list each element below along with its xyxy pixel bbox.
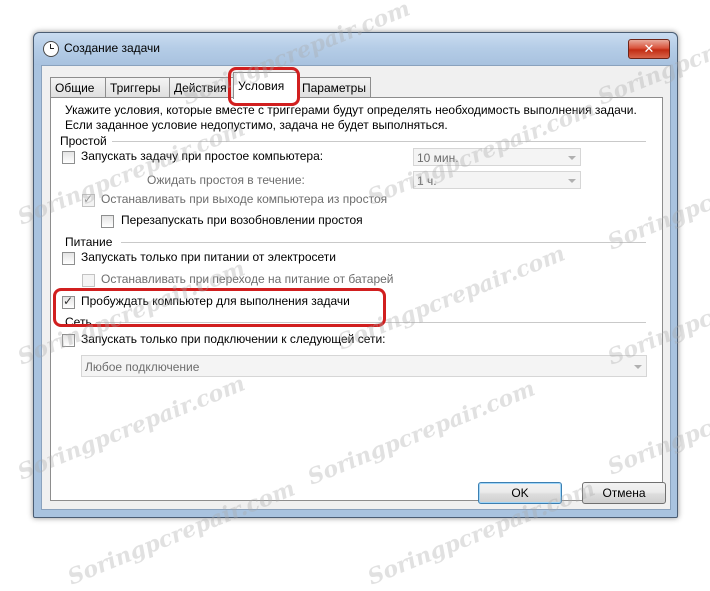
- wait-idle-label: Ожидать простоя в течение:: [147, 173, 305, 187]
- stop-on-battery-checkbox[interactable]: [82, 274, 95, 287]
- tab-general[interactable]: Общие: [50, 77, 106, 98]
- conditions-tab-highlight-frame: [228, 67, 300, 106]
- network-only-label: Запускать только при подключении к следу…: [81, 332, 386, 346]
- stop-on-resume-checkbox[interactable]: [82, 192, 95, 207]
- power-section-label: Питание: [65, 235, 113, 249]
- wait-duration-value: 1 ч.: [417, 174, 437, 188]
- stop-on-battery-label: Останавливать при переходе на питание от…: [101, 272, 394, 286]
- idle-section-divider: [112, 141, 646, 142]
- wait-duration-combo[interactable]: 1 ч.: [413, 171, 581, 189]
- ac-power-only-label: Запускать только при питании от электрос…: [81, 250, 336, 264]
- network-select[interactable]: Любое подключение: [81, 355, 647, 377]
- tab-actions[interactable]: Действия: [169, 77, 235, 98]
- clock-icon: [43, 41, 59, 57]
- tab-triggers[interactable]: Триггеры: [105, 77, 170, 98]
- description-line-2: Если заданное условие недопустимо, задач…: [65, 118, 448, 132]
- restart-on-idle-checkbox[interactable]: [101, 215, 114, 228]
- idle-duration-value: 10 мин.: [417, 151, 459, 165]
- idle-section-label: Простой: [60, 134, 107, 148]
- description-line-1: Укажите условия, которые вместе с тригге…: [65, 103, 637, 117]
- cancel-button[interactable]: Отмена: [582, 482, 666, 504]
- ok-button[interactable]: OK: [478, 482, 562, 504]
- network-select-value: Любое подключение: [85, 360, 200, 374]
- tab-settings[interactable]: Параметры: [297, 77, 371, 98]
- ac-power-only-checkbox[interactable]: [62, 252, 75, 265]
- window-title: Создание задачи: [64, 41, 160, 55]
- network-only-checkbox[interactable]: [62, 334, 75, 347]
- stop-on-resume-label: Останавливать при выходе компьютера из п…: [101, 192, 388, 206]
- chevron-down-icon: [634, 365, 642, 369]
- start-on-idle-label: Запускать задачу при простое компьютера:: [81, 149, 324, 163]
- chevron-down-icon: [568, 179, 576, 183]
- chevron-down-icon: [568, 156, 576, 160]
- close-button[interactable]: ✕: [628, 39, 670, 59]
- idle-duration-combo[interactable]: 10 мин.: [413, 148, 581, 166]
- restart-on-idle-label: Перезапускать при возобновлении простоя: [121, 213, 363, 227]
- start-on-idle-checkbox[interactable]: [62, 151, 75, 164]
- title-bar[interactable]: Создание задачи ✕: [34, 33, 677, 65]
- wake-highlight-frame: [53, 288, 386, 327]
- power-section-divider: [121, 242, 646, 243]
